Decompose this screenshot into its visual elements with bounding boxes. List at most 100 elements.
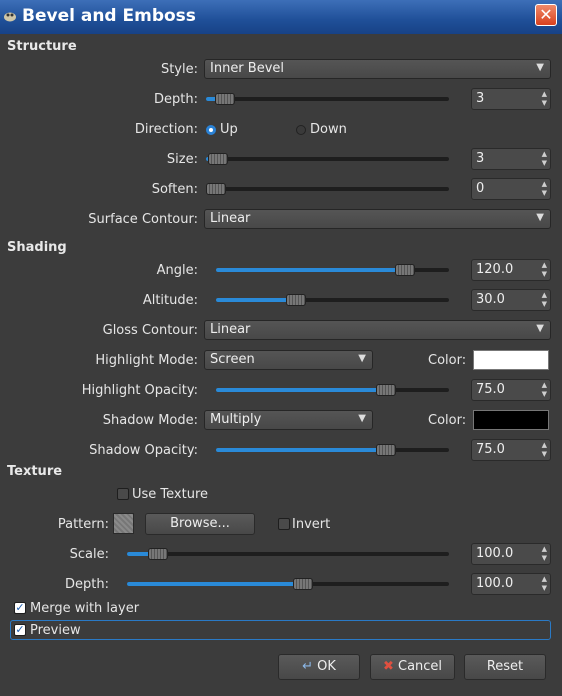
spin-up-icon[interactable]: ▲: [542, 291, 547, 299]
altitude-label: Altitude:: [142, 293, 198, 308]
use-texture-checkbox[interactable]: [117, 488, 129, 500]
depth-slider-handle[interactable]: [215, 93, 235, 105]
shadow-color-swatch[interactable]: [473, 410, 549, 430]
spin-down-icon[interactable]: ▼: [542, 189, 547, 197]
highlight-opacity-spinbox[interactable]: 75.0 ▲ ▼: [471, 379, 551, 401]
merge-label[interactable]: Merge with layer: [30, 601, 139, 616]
texture-depth-slider-handle[interactable]: [293, 578, 313, 590]
highlight-opacity-slider-fill: [216, 388, 386, 392]
spin-down-icon[interactable]: ▼: [542, 450, 547, 458]
spin-up-icon[interactable]: ▲: [542, 150, 547, 158]
spin-up-icon[interactable]: ▲: [542, 575, 547, 583]
surface-contour-value: Linear: [210, 211, 251, 226]
spin-up-icon[interactable]: ▲: [542, 180, 547, 188]
shadow-color-label: Color:: [428, 413, 467, 428]
spin-up-icon[interactable]: ▲: [542, 545, 547, 553]
texture-depth-slider[interactable]: [127, 578, 449, 590]
style-combo[interactable]: Inner Bevel ▼: [204, 59, 551, 79]
dropdown-arrow-icon: ▼: [536, 62, 544, 73]
highlight-mode-value: Screen: [210, 352, 255, 367]
browse-button[interactable]: Browse...: [145, 513, 255, 535]
surface-contour-label: Surface Contour:: [88, 212, 198, 227]
angle-value: 120.0: [476, 262, 514, 277]
spin-down-icon[interactable]: ▼: [542, 300, 547, 308]
shading-heading: Shading: [7, 240, 67, 255]
size-spinbox[interactable]: 3 ▲ ▼: [471, 148, 551, 170]
angle-slider[interactable]: [216, 264, 449, 276]
altitude-slider-handle[interactable]: [286, 294, 306, 306]
texture-depth-spinbox[interactable]: 100.0 ▲ ▼: [471, 573, 551, 595]
dropdown-arrow-icon: ▼: [536, 323, 544, 334]
dropdown-arrow-icon: ▼: [358, 413, 366, 424]
size-slider-handle[interactable]: [208, 153, 228, 165]
texture-depth-slider-fill: [127, 582, 303, 586]
reset-button[interactable]: Reset: [464, 654, 546, 680]
ok-arrow-icon: ↵: [302, 659, 313, 674]
scale-slider[interactable]: [127, 548, 449, 560]
depth-spinbox[interactable]: 3 ▲ ▼: [471, 88, 551, 110]
spin-up-icon[interactable]: ▲: [542, 381, 547, 389]
highlight-opacity-slider-handle[interactable]: [376, 384, 396, 396]
preview-focus-frame: [10, 620, 551, 640]
close-button[interactable]: ✕: [535, 4, 557, 26]
angle-slider-handle[interactable]: [395, 264, 415, 276]
surface-contour-combo[interactable]: Linear ▼: [204, 209, 551, 229]
size-value: 3: [476, 151, 485, 166]
texture-depth-label: Depth:: [65, 577, 109, 592]
shadow-opacity-spinbox[interactable]: 75.0 ▲ ▼: [471, 439, 551, 461]
invert-checkbox[interactable]: [278, 518, 290, 530]
size-slider[interactable]: [206, 153, 449, 165]
soften-slider[interactable]: [206, 183, 449, 195]
shadow-mode-combo[interactable]: Multiply ▼: [204, 410, 373, 430]
pattern-preview[interactable]: [113, 513, 134, 534]
soften-slider-handle[interactable]: [206, 183, 226, 195]
shadow-opacity-slider-handle[interactable]: [376, 444, 396, 456]
use-texture-label[interactable]: Use Texture: [132, 487, 208, 502]
gloss-contour-combo[interactable]: Linear ▼: [204, 320, 551, 340]
scale-slider-handle[interactable]: [148, 548, 168, 560]
invert-label[interactable]: Invert: [292, 517, 330, 532]
angle-slider-fill: [216, 268, 405, 272]
shadow-opacity-label: Shadow Opacity:: [89, 443, 198, 458]
style-value: Inner Bevel: [210, 61, 285, 76]
direction-up-radio[interactable]: [206, 125, 216, 135]
highlight-mode-combo[interactable]: Screen ▼: [204, 350, 373, 370]
preview-label[interactable]: Preview: [30, 623, 81, 638]
spin-down-icon[interactable]: ▼: [542, 390, 547, 398]
window-title: Bevel and Emboss: [22, 6, 196, 26]
spin-up-icon[interactable]: ▲: [542, 441, 547, 449]
highlight-opacity-value: 75.0: [476, 382, 505, 397]
texture-depth-value: 100.0: [476, 576, 514, 591]
spin-down-icon[interactable]: ▼: [542, 99, 547, 107]
altitude-slider[interactable]: [216, 294, 449, 306]
merge-checkbox[interactable]: ✓: [14, 602, 26, 614]
gloss-contour-label: Gloss Contour:: [102, 323, 198, 338]
highlight-opacity-slider[interactable]: [216, 384, 449, 396]
direction-up-label[interactable]: Up: [220, 122, 238, 137]
preview-checkbox[interactable]: ✓: [14, 624, 26, 636]
depth-value: 3: [476, 91, 485, 106]
pattern-label: Pattern:: [57, 517, 109, 532]
depth-slider[interactable]: [206, 93, 449, 105]
spin-up-icon[interactable]: ▲: [542, 90, 547, 98]
soften-spinbox[interactable]: 0 ▲ ▼: [471, 178, 551, 200]
cancel-button[interactable]: ✖ Cancel: [370, 654, 455, 680]
angle-spinbox[interactable]: 120.0 ▲ ▼: [471, 259, 551, 281]
spin-down-icon[interactable]: ▼: [542, 554, 547, 562]
spin-down-icon[interactable]: ▼: [542, 270, 547, 278]
ok-button[interactable]: ↵ OK: [278, 654, 360, 680]
dropdown-arrow-icon: ▼: [536, 212, 544, 223]
shadow-opacity-slider[interactable]: [216, 444, 449, 456]
cancel-label: Cancel: [398, 659, 443, 674]
direction-label: Direction:: [134, 122, 198, 137]
scale-spinbox[interactable]: 100.0 ▲ ▼: [471, 543, 551, 565]
direction-down-radio[interactable]: [296, 125, 306, 135]
direction-down-label[interactable]: Down: [310, 122, 347, 137]
highlight-color-label: Color:: [428, 353, 467, 368]
spin-up-icon[interactable]: ▲: [542, 261, 547, 269]
altitude-spinbox[interactable]: 30.0 ▲ ▼: [471, 289, 551, 311]
spin-down-icon[interactable]: ▼: [542, 584, 547, 592]
gloss-contour-value: Linear: [210, 322, 251, 337]
spin-down-icon[interactable]: ▼: [542, 159, 547, 167]
highlight-color-swatch[interactable]: [473, 350, 549, 370]
